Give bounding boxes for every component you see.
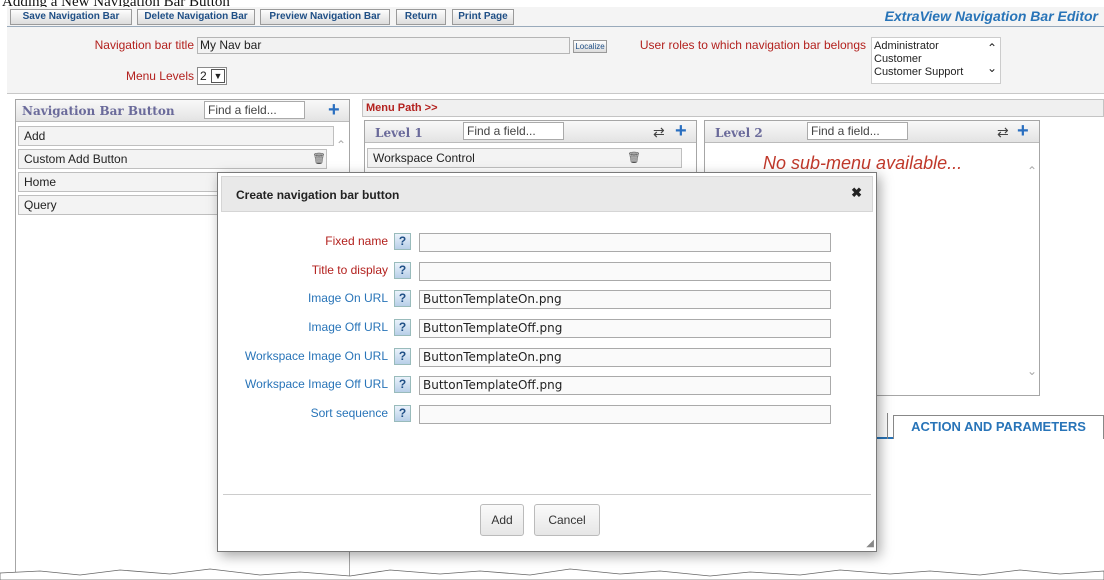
page-title: ExtraView Navigation Bar Editor xyxy=(884,8,1098,24)
scroll-up-icon[interactable]: ⌃ xyxy=(1027,164,1037,178)
torn-edge xyxy=(0,568,1104,580)
help-icon[interactable]: ? xyxy=(394,376,411,393)
help-icon[interactable]: ? xyxy=(394,290,411,307)
panel-header: Navigation Bar Button Find a field... + xyxy=(16,100,349,122)
workspace-image-on-url-label: Workspace Image On URL xyxy=(244,349,388,363)
menu-levels-label: Menu Levels xyxy=(125,69,194,83)
help-icon[interactable]: ? xyxy=(394,319,411,336)
panel-title: Navigation Bar Button xyxy=(22,104,175,118)
user-roles-listbox[interactable]: Administrator Customer Customer Support … xyxy=(871,37,1001,84)
image-off-url-label: Image Off URL xyxy=(308,320,388,334)
add-plus-icon[interactable]: + xyxy=(675,121,687,141)
trash-icon[interactable]: 🗑 xyxy=(627,151,641,164)
trash-icon[interactable]: 🗑 xyxy=(312,152,326,165)
workspace-image-on-url-input[interactable]: ButtonTemplateOn.png xyxy=(419,348,831,367)
return-button[interactable]: Return xyxy=(396,9,446,25)
help-icon[interactable]: ? xyxy=(394,405,411,422)
help-icon[interactable]: ? xyxy=(394,348,411,365)
delete-navigation-bar-button[interactable]: Delete Navigation Bar xyxy=(137,9,255,25)
add-plus-icon[interactable]: + xyxy=(328,100,340,120)
role-option[interactable]: Customer Support xyxy=(874,66,1000,79)
workspace-image-off-url-input[interactable]: ButtonTemplateOff.png xyxy=(419,376,831,395)
sort-sequence-input[interactable] xyxy=(419,405,831,424)
title-to-display-label: Title to display xyxy=(311,263,388,277)
find-field-input[interactable]: Find a field... xyxy=(204,101,305,119)
dialog-title: Create navigation bar button xyxy=(236,188,400,202)
workspace-image-off-url-label: Workspace Image Off URL xyxy=(245,377,388,391)
level-2-header: Level 2 Find a field... ⇄ + xyxy=(705,121,1039,143)
level-1-find-input[interactable]: Find a field... xyxy=(463,122,564,140)
refresh-icon[interactable]: ⇄ xyxy=(653,124,665,140)
toolbar: Save Navigation Bar Delete Navigation Ba… xyxy=(7,7,1104,27)
help-icon[interactable]: ? xyxy=(394,262,411,279)
nav-bar-title-input[interactable]: My Nav bar xyxy=(197,37,570,54)
tab-bar: ACTION AND PARAMETERS xyxy=(870,413,1104,439)
listbox-scroll-icon[interactable]: ⌃ ⌄ xyxy=(984,38,1000,83)
tab-action-and-parameters[interactable]: ACTION AND PARAMETERS xyxy=(893,415,1104,439)
sort-sequence-label: Sort sequence xyxy=(310,406,388,420)
resize-handle-icon[interactable]: ◢ xyxy=(866,538,874,549)
image-off-url-input[interactable]: ButtonTemplateOff.png xyxy=(419,319,831,338)
menu-levels-value: 2 xyxy=(200,69,207,83)
preview-navigation-bar-button[interactable]: Preview Navigation Bar xyxy=(260,9,390,25)
menu-path-label: Menu Path >> xyxy=(366,102,438,114)
level-2-title: Level 2 xyxy=(715,126,763,140)
dialog-divider xyxy=(223,494,871,495)
list-item[interactable]: Add xyxy=(18,126,334,146)
role-option[interactable]: Customer xyxy=(874,53,1000,66)
save-navigation-bar-button[interactable]: Save Navigation Bar xyxy=(10,9,132,25)
scroll-down-icon[interactable]: ⌄ xyxy=(1027,364,1037,378)
localize-button[interactable]: Localize xyxy=(573,40,607,53)
menu-path: Menu Path >> xyxy=(362,99,1104,117)
help-icon[interactable]: ? xyxy=(394,233,411,250)
print-page-button[interactable]: Print Page xyxy=(452,9,514,25)
nav-bar-title-label: Navigation bar title xyxy=(94,38,194,52)
role-option[interactable]: Administrator xyxy=(874,40,1000,53)
level-2-find-input[interactable]: Find a field... xyxy=(807,122,908,140)
fixed-name-input[interactable] xyxy=(419,233,831,252)
dialog-header: Create navigation bar button ✖ xyxy=(221,176,873,212)
image-on-url-label: Image On URL xyxy=(307,291,388,305)
no-submenu-message: No sub-menu available... xyxy=(763,153,963,173)
level-1-title: Level 1 xyxy=(375,126,423,140)
list-item[interactable]: Custom Add Button xyxy=(18,149,327,169)
title-to-display-input[interactable] xyxy=(419,262,831,281)
app-window: Save Navigation Bar Delete Navigation Ba… xyxy=(0,7,1104,580)
user-roles-label: User roles to which navigation bar belon… xyxy=(639,38,866,52)
add-button[interactable]: Add xyxy=(480,504,524,536)
navigation-bar-properties: Navigation bar title My Nav bar Localize… xyxy=(7,27,1104,94)
fixed-name-label: Fixed name xyxy=(325,234,388,248)
create-navigation-bar-button-dialog: Create navigation bar button ✖ Fixed nam… xyxy=(217,172,877,552)
chevron-down-icon: ▼ xyxy=(211,69,225,83)
level-1-header: Level 1 Find a field... ⇄ + xyxy=(365,121,696,143)
add-plus-icon[interactable]: + xyxy=(1017,121,1029,141)
scroll-up-icon[interactable]: ⌃ xyxy=(336,138,346,152)
cancel-button[interactable]: Cancel xyxy=(534,504,600,536)
menu-levels-select[interactable]: 2 ▼ xyxy=(197,67,227,85)
close-icon[interactable]: ✖ xyxy=(851,185,862,201)
refresh-icon[interactable]: ⇄ xyxy=(997,124,1009,140)
image-on-url-input[interactable]: ButtonTemplateOn.png xyxy=(419,290,831,309)
